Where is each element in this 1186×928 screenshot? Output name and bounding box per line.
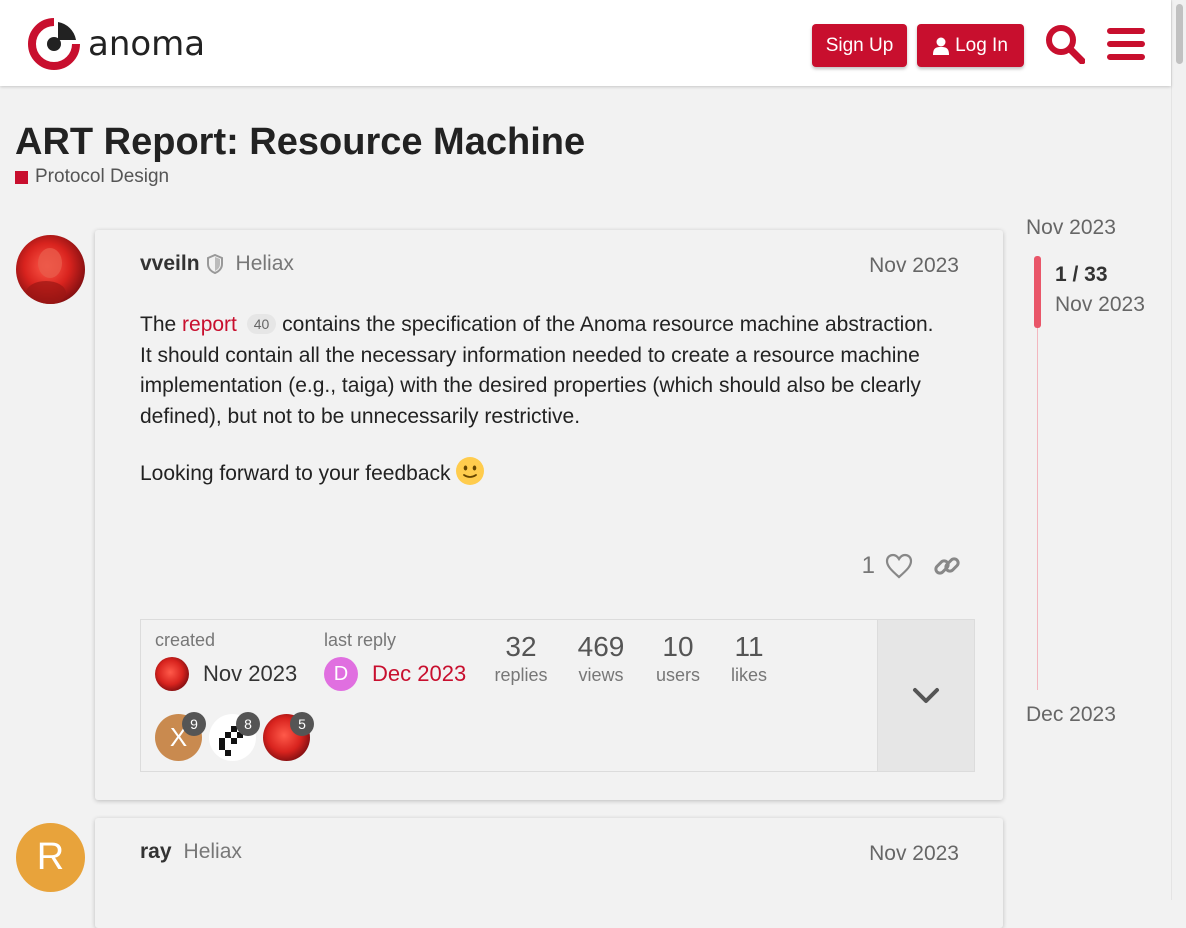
page-scrollbar[interactable]: [1171, 0, 1186, 900]
user-title[interactable]: Heliax: [236, 252, 294, 276]
post-author: ray Heliax: [140, 840, 242, 864]
username[interactable]: vveiln: [140, 252, 200, 276]
stat-likes: 11 likes: [719, 630, 779, 686]
hamburger-menu-button[interactable]: [1104, 22, 1148, 66]
text-fragment: Looking forward to your feedback: [140, 462, 451, 485]
search-icon: [1046, 25, 1085, 64]
avatar-image: [16, 235, 85, 304]
sign-up-label: Sign Up: [825, 34, 894, 56]
search-button[interactable]: [1043, 22, 1087, 66]
link-click-count: 40: [246, 314, 277, 334]
post-date[interactable]: Nov 2023: [869, 254, 959, 278]
post-paragraph: Looking forward to your feedback: [140, 456, 940, 496]
log-in-button[interactable]: Log In: [917, 24, 1024, 67]
stat-label: views: [578, 665, 624, 685]
stat-label: replies: [494, 665, 548, 685]
post-card: vveiln Heliax Nov 2023 The report 40 con…: [95, 230, 1003, 800]
post-date[interactable]: Nov 2023: [869, 842, 959, 866]
topic-map: created Nov 2023 last reply D Dec 2023 3…: [140, 619, 975, 772]
last-reply-avatar[interactable]: D: [324, 657, 358, 691]
participant[interactable]: 8: [209, 712, 260, 761]
stat-replies: 32 replies: [491, 630, 551, 686]
like-count[interactable]: 1: [862, 552, 875, 580]
post-controls: 1: [862, 548, 965, 584]
post-author: vveiln Heliax: [140, 252, 294, 276]
slight-smile-emoji-icon: [455, 456, 485, 496]
stat-number: 469: [577, 631, 625, 662]
participant-post-count: 9: [182, 712, 206, 736]
site-logo[interactable]: anoma: [28, 18, 205, 70]
post-avatar-ray[interactable]: R: [16, 823, 85, 892]
site-header: anoma Sign Up Log In: [0, 0, 1171, 86]
topic-title[interactable]: ART Report: Resource Machine: [15, 120, 585, 164]
timeline-start-date[interactable]: Nov 2023: [1026, 216, 1116, 240]
participant[interactable]: 5: [263, 712, 314, 761]
post-card: ray Heliax Nov 2023: [95, 818, 1003, 928]
created-row: Nov 2023: [155, 657, 297, 691]
participant[interactable]: X 9: [155, 712, 206, 761]
chevron-down-icon: [913, 687, 939, 703]
participant-post-count: 8: [236, 712, 260, 736]
stat-views: 469 views: [571, 630, 631, 686]
creator-avatar[interactable]: [155, 657, 189, 691]
stat-label: likes: [730, 665, 767, 685]
hamburger-menu-icon: [1107, 28, 1145, 60]
created-label: created: [155, 630, 216, 650]
timeline-position-date: Nov 2023: [1055, 293, 1145, 316]
created-date[interactable]: Nov 2023: [203, 661, 297, 687]
timeline-position: 1 / 33: [1055, 263, 1108, 286]
category-badge[interactable]: Protocol Design: [15, 166, 169, 188]
user-title[interactable]: Heliax: [184, 840, 242, 864]
shield-icon: [206, 254, 224, 274]
share-link-button[interactable]: [929, 548, 965, 584]
stat-number: 11: [734, 631, 764, 662]
brand-name: anoma: [88, 24, 206, 64]
stat-number: 32: [505, 631, 537, 662]
timeline-end-date[interactable]: Dec 2023: [1026, 703, 1116, 727]
log-in-label: Log In: [955, 34, 1008, 56]
last-reply-label: last reply: [324, 630, 397, 650]
last-reply-info: last reply D Dec 2023: [324, 630, 466, 691]
timeline-scroll-handle[interactable]: [1034, 256, 1041, 328]
category-color-swatch: [15, 170, 28, 184]
post-avatar-vveiln[interactable]: [16, 235, 85, 304]
expand-topic-map-button[interactable]: [877, 620, 974, 771]
like-button[interactable]: [881, 548, 917, 584]
stat-users: 10 users: [648, 630, 708, 686]
post-body: The report 40 contains the specification…: [140, 310, 940, 520]
top-participants: X 9 8 5: [155, 712, 317, 761]
participant-post-count: 5: [290, 712, 314, 736]
link-icon: [934, 557, 960, 575]
text-fragment: The: [140, 313, 183, 336]
anoma-logo-icon: [28, 18, 80, 70]
created-info: created Nov 2023: [155, 630, 297, 691]
stat-label: users: [655, 665, 700, 685]
stat-number: 10: [662, 631, 694, 662]
report-link[interactable]: report: [182, 313, 237, 336]
user-icon: [933, 37, 950, 55]
username[interactable]: ray: [140, 840, 172, 864]
last-reply-date[interactable]: Dec 2023: [372, 661, 466, 687]
last-reply-row: D Dec 2023: [324, 657, 466, 691]
scrollbar-thumb[interactable]: [1176, 4, 1183, 64]
category-name: Protocol Design: [35, 166, 170, 187]
sign-up-button[interactable]: Sign Up: [812, 24, 907, 67]
post-paragraph: The report 40 contains the specification…: [140, 310, 940, 432]
heart-icon: [885, 553, 913, 579]
